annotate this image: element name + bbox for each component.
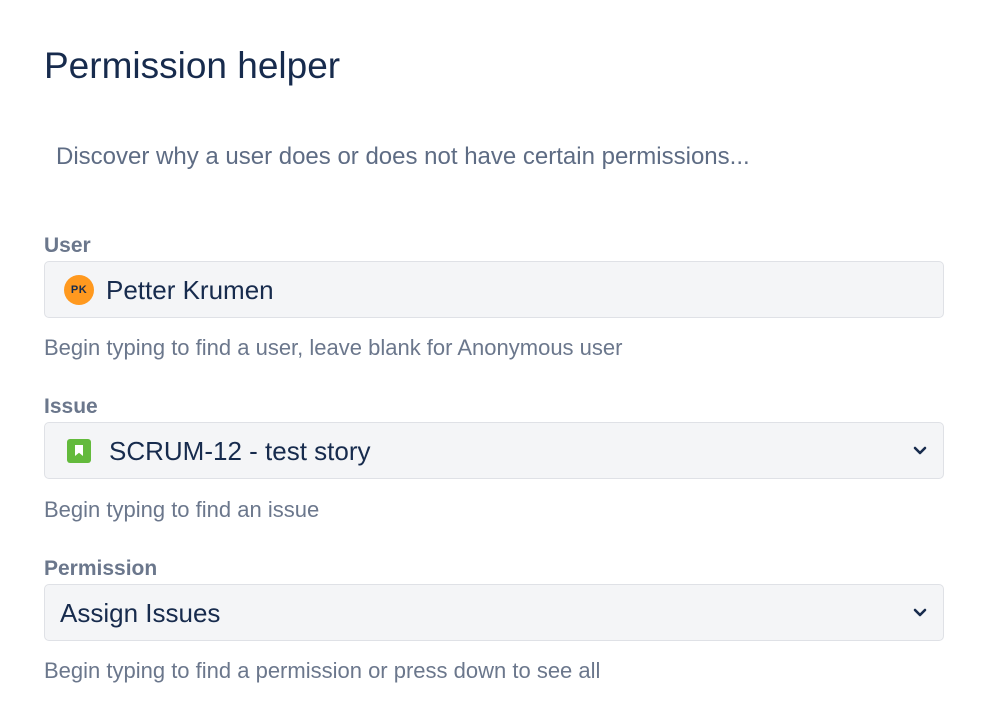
issue-field-value: SCRUM-12 - test story — [109, 435, 371, 466]
issue-picker-field[interactable]: SCRUM-12 - test story — [44, 422, 944, 479]
permission-field-value: Assign Issues — [60, 597, 221, 628]
user-field-value: Petter Krumen — [106, 274, 274, 305]
permission-field-helper: Begin typing to find a permission or pre… — [44, 658, 601, 683]
permission-field-label: Permission — [44, 557, 158, 580]
chevron-down-icon[interactable] — [913, 446, 927, 456]
issue-field-label: Issue — [44, 395, 98, 418]
story-icon — [67, 438, 91, 463]
user-picker-field[interactable]: PK Petter Krumen — [44, 261, 944, 318]
permission-select-field[interactable]: Assign Issues — [44, 584, 944, 641]
user-field-label: User — [44, 234, 91, 257]
page-title: Permission helper — [44, 45, 341, 86]
permission-helper-page: Permission helper Discover why a user do… — [0, 0, 999, 702]
issue-field-helper: Begin typing to find an issue — [44, 497, 320, 522]
user-avatar: PK — [64, 274, 94, 305]
user-field-helper: Begin typing to find a user, leave blank… — [44, 335, 623, 360]
chevron-down-icon[interactable] — [913, 608, 927, 618]
page-description: Discover why a user does or does not hav… — [56, 143, 750, 170]
